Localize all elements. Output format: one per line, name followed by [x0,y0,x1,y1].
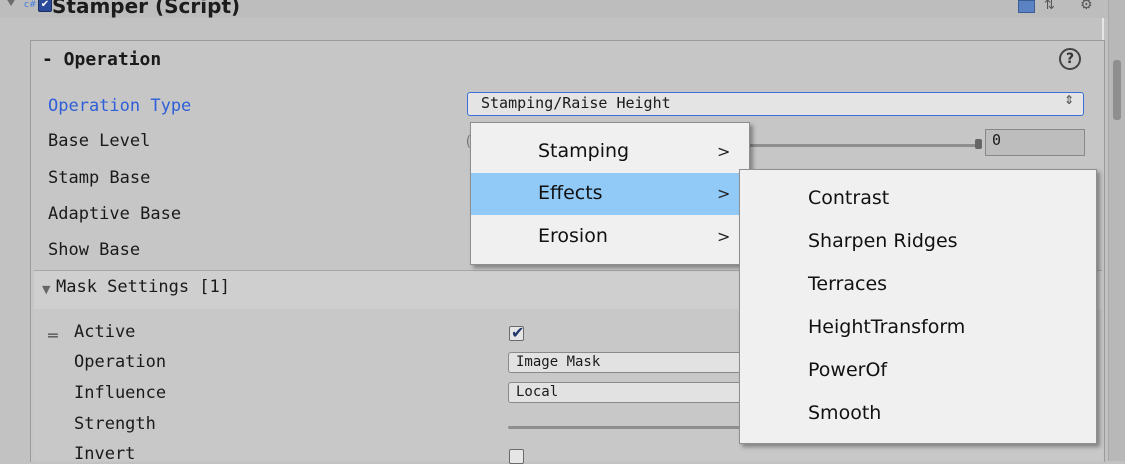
active-checkbox[interactable] [509,323,524,342]
menu-item-label: Stamping [538,140,630,162]
submenu-item-heighttransform[interactable]: HeightTransform [808,316,965,338]
influence-value: Local [516,384,559,400]
strength-label: Strength [74,414,156,434]
menu-item-erosion[interactable]: Erosion > [471,217,749,259]
operation-type-value: Stamping/Raise Height [481,94,671,112]
component-enabled-checkbox[interactable]: ✔ [38,0,52,12]
drag-handle-icon[interactable]: ═ [48,326,58,345]
invert-label: Invert [74,444,136,464]
base-level-slider[interactable] [745,144,975,147]
operation-type-menu: Stamping > Effects > Erosion > [470,122,750,265]
submenu-item-smooth[interactable]: Smooth [808,402,881,424]
component-header: c# ✔ Stamper (Script) ⇅ ⚙ [0,0,1125,18]
menu-item-label: Erosion [538,225,608,247]
slider-start-mark: ( [464,134,472,154]
operation-type-label: Operation Type [48,96,192,116]
gear-icon[interactable]: ⚙ [1080,0,1093,13]
help-book-icon[interactable] [1018,0,1035,13]
csharp-script-icon: c# [24,0,37,10]
submenu-arrow-icon: > [717,142,731,161]
mask-settings-label: Mask Settings [1] [56,277,230,297]
menu-item-stamping[interactable]: Stamping > [471,131,749,173]
influence-label: Influence [74,383,167,403]
submenu-item-terraces[interactable]: Terraces [808,273,887,295]
operation-section-title[interactable]: - Operation [42,49,161,70]
base-level-slider-handle[interactable] [975,139,982,149]
invert-checkbox[interactable] [509,449,524,464]
active-label: Active [74,322,136,342]
mask-foldout-arrow-icon[interactable]: ▼ [42,283,50,296]
menu-item-label: Effects [538,182,603,204]
submenu-arrow-icon: > [717,227,731,246]
menu-item-effects[interactable]: Effects > [471,173,749,215]
foldout-arrow-icon[interactable] [6,0,16,6]
adaptive-base-label: Adaptive Base [48,204,182,224]
scrollbar-thumb[interactable] [1113,60,1121,120]
base-level-label: Base Level [48,131,151,151]
component-title: Stamper (Script) [52,0,241,18]
dropdown-arrows-icon: ⇕ [1064,93,1075,107]
show-base-label: Show Base [48,240,141,260]
submenu-item-powerof[interactable]: PowerOf [808,359,887,381]
submenu-item-contrast[interactable]: Contrast [808,187,889,209]
base-level-value: 0 [992,131,1002,149]
help-icon[interactable]: ? [1059,48,1081,70]
preset-icon[interactable]: ⇅ [1044,0,1055,13]
effects-submenu: Contrast Sharpen Ridges Terraces HeightT… [739,169,1097,444]
submenu-item-sharpen-ridges[interactable]: Sharpen Ridges [808,230,958,252]
stamp-base-label: Stamp Base [48,168,151,188]
mask-operation-label: Operation [74,352,167,372]
submenu-arrow-icon: > [717,184,731,203]
mask-operation-value: Image Mask [516,354,601,370]
strength-slider[interactable] [508,426,740,429]
